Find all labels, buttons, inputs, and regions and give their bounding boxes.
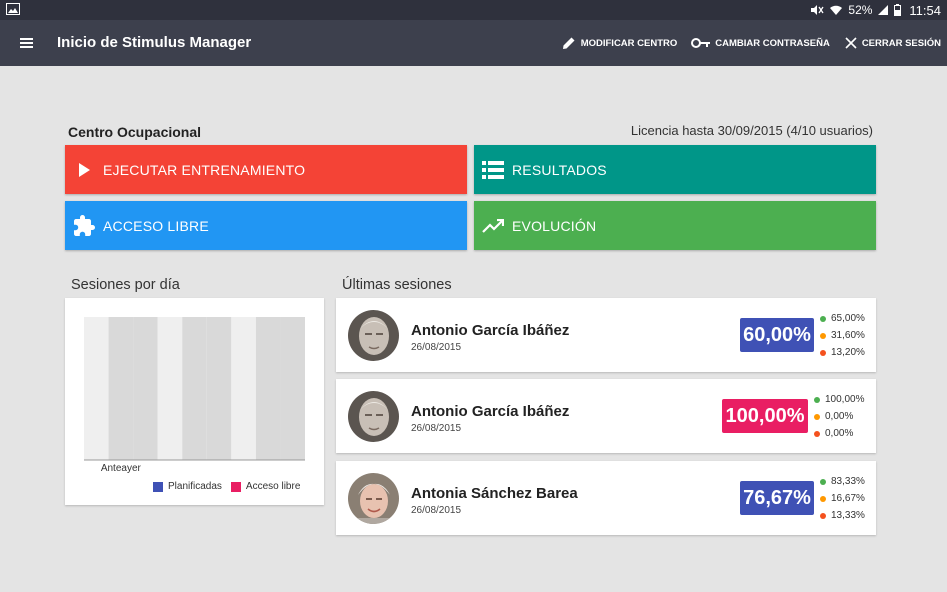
logout-label: CERRAR SESIÓN bbox=[861, 37, 941, 49]
stat-error: 13,20% bbox=[831, 347, 865, 358]
stat-correct: 83,33% bbox=[831, 476, 865, 487]
session-card[interactable]: Antonia Sánchez Barea 26/08/2015 76,67% … bbox=[336, 461, 876, 535]
edit-center-button[interactable]: MODIFICAR CENTRO bbox=[561, 35, 678, 51]
session-card[interactable]: Antonio García Ibáñez 26/08/2015 100,00%… bbox=[336, 379, 876, 453]
stat-correct: 100,00% bbox=[825, 394, 865, 405]
evolution-label: EVOLUCIÓN bbox=[512, 217, 597, 234]
run-training-label: EJECUTAR ENTRENAMIENTO bbox=[103, 161, 306, 178]
chart-grid-band bbox=[108, 317, 134, 460]
session-stats: 65,00% 31,60% 13,20% bbox=[820, 310, 865, 361]
center-header: Centro Ocupacional Licencia hasta 30/09/… bbox=[68, 123, 873, 141]
avatar bbox=[348, 391, 399, 442]
evolution-button[interactable]: EVOLUCIÓN bbox=[474, 201, 876, 250]
signal-icon bbox=[878, 5, 889, 15]
chart-grid-band bbox=[231, 317, 256, 460]
edit-center-label: MODIFICAR CENTRO bbox=[580, 37, 678, 49]
session-user-name: Antonio García Ibáñez bbox=[411, 403, 570, 420]
chart-grid-band bbox=[280, 317, 305, 460]
stat-error: 0,00% bbox=[825, 428, 854, 439]
run-training-button[interactable]: EJECUTAR ENTRENAMIENTO bbox=[65, 145, 467, 194]
puzzle-icon bbox=[74, 214, 95, 236]
legend-swatch-planned bbox=[153, 481, 163, 492]
stat-omission: 16,67% bbox=[831, 493, 865, 504]
session-score-badge: 100,00% bbox=[722, 399, 808, 433]
session-date: 26/08/2015 bbox=[411, 505, 462, 516]
sessions-chart: Anteayer bbox=[84, 317, 305, 474]
status-bar: 52% 11:54 bbox=[0, 0, 947, 20]
center-name: Centro Ocupacional bbox=[68, 124, 202, 140]
stat-error: 13,33% bbox=[831, 510, 865, 521]
sessions-chart-card: Anteayer Planificadas Acceso libre bbox=[65, 298, 324, 505]
free-access-button[interactable]: ACCESO LIBRE bbox=[65, 201, 467, 250]
change-password-label: CAMBIAR CONTRASEÑA bbox=[715, 37, 830, 49]
session-score-badge: 76,67% bbox=[740, 481, 814, 515]
session-stats: 83,33% 16,67% 13,33% bbox=[820, 473, 865, 524]
menu-icon[interactable] bbox=[18, 35, 36, 51]
chart-grid-band bbox=[84, 317, 109, 460]
session-score-badge: 60,00% bbox=[740, 318, 814, 352]
chart-grid-band bbox=[206, 317, 232, 460]
stat-correct: 65,00% bbox=[831, 313, 865, 324]
legend-label-free: Acceso libre bbox=[245, 481, 301, 492]
correct-dot bbox=[820, 478, 826, 485]
error-dot bbox=[820, 512, 826, 519]
mute-icon bbox=[811, 5, 824, 15]
clock: 11:54 bbox=[909, 2, 941, 18]
chart-grid-band bbox=[157, 317, 183, 460]
omission-dot bbox=[820, 495, 826, 502]
license-info: Licencia hasta 30/09/2015 (4/10 usuarios… bbox=[630, 123, 873, 138]
session-card[interactable]: Antonio García Ibáñez 26/08/2015 60,00% … bbox=[336, 298, 876, 372]
avatar bbox=[348, 473, 399, 524]
pencil-icon bbox=[562, 37, 575, 49]
correct-dot bbox=[814, 396, 820, 403]
app-title: Inicio de Stimulus Manager bbox=[57, 34, 252, 51]
stat-omission: 0,00% bbox=[825, 411, 854, 422]
chart-grid-band bbox=[182, 317, 207, 460]
chart-grid-band bbox=[133, 317, 158, 460]
key-icon bbox=[691, 38, 711, 48]
session-user-name: Antonio García Ibáñez bbox=[411, 322, 570, 339]
legend-label-planned: Planificadas bbox=[168, 481, 222, 492]
results-label: RESULTADOS bbox=[512, 161, 607, 178]
wifi-icon bbox=[830, 5, 843, 15]
recent-sessions-title: Últimas sesiones bbox=[342, 277, 452, 293]
omission-dot bbox=[814, 413, 820, 420]
close-icon bbox=[845, 37, 857, 49]
session-user-name: Antonia Sánchez Barea bbox=[411, 485, 578, 502]
error-dot bbox=[820, 349, 826, 356]
play-icon bbox=[79, 162, 90, 177]
session-stats: 100,00% 0,00% 0,00% bbox=[814, 391, 864, 442]
battery-level: 52% bbox=[848, 3, 873, 17]
change-password-button[interactable]: CAMBIAR CONTRASEÑA bbox=[691, 36, 830, 50]
logout-button[interactable]: CERRAR SESIÓN bbox=[844, 36, 941, 50]
error-dot bbox=[814, 430, 820, 437]
chart-grid-band bbox=[255, 317, 281, 460]
trending-up-icon bbox=[482, 218, 504, 233]
free-access-label: ACCESO LIBRE bbox=[103, 217, 209, 234]
omission-dot bbox=[820, 332, 826, 339]
stat-omission: 31,60% bbox=[831, 330, 865, 341]
battery-icon bbox=[894, 4, 902, 16]
chart-legend: Planificadas Acceso libre bbox=[153, 481, 300, 492]
avatar bbox=[348, 310, 399, 361]
legend-swatch-free bbox=[230, 481, 241, 492]
x-tick-label: Anteayer bbox=[101, 463, 142, 474]
results-button[interactable]: RESULTADOS bbox=[474, 145, 876, 194]
correct-dot bbox=[820, 315, 826, 322]
app-bar: Inicio de Stimulus Manager MODIFICAR CEN… bbox=[0, 20, 947, 66]
list-icon bbox=[482, 160, 504, 179]
session-date: 26/08/2015 bbox=[411, 423, 462, 434]
session-date: 26/08/2015 bbox=[411, 342, 462, 353]
gallery-icon bbox=[6, 3, 20, 15]
sessions-chart-title: Sesiones por día bbox=[71, 277, 180, 293]
